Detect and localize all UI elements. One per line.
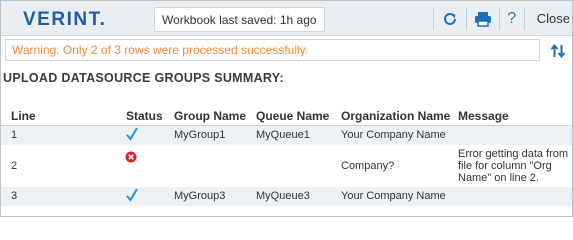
status-cell (126, 188, 138, 205)
line-cell: 3 (11, 190, 18, 202)
refresh-button[interactable] (440, 1, 460, 36)
checkmark-icon (126, 188, 138, 202)
column-header-organization-name: Organization Name (341, 109, 451, 123)
status-cell (125, 151, 137, 166)
status-cell (126, 127, 138, 144)
print-button[interactable] (473, 1, 493, 36)
group-name-cell: MyGroup3 (174, 190, 226, 202)
message-cell: Error getting data from file for column … (458, 148, 569, 184)
column-header-queue-name: Queue Name (256, 109, 330, 123)
organization-name-cell: Company? (341, 160, 395, 172)
toolbar-divider (465, 7, 467, 30)
column-header-line: Line (11, 109, 36, 123)
page-title: UPLOAD DATASOURCE GROUPS SUMMARY: (3, 71, 284, 85)
line-cell: 1 (11, 129, 18, 141)
verint-logo: VERINT. (23, 9, 107, 30)
print-icon (474, 11, 491, 27)
toolbar: ? Close (427, 1, 572, 36)
sort-icon (550, 43, 566, 59)
top-bar: VERINT. Workbook last saved: 1h ago ? Cl… (1, 1, 572, 36)
organization-name-cell: Your Company Name (341, 190, 446, 202)
sort-button[interactable] (548, 41, 568, 61)
saved-status: Workbook last saved: 1h ago (154, 7, 325, 32)
toolbar-divider (523, 7, 525, 30)
refresh-icon (443, 12, 456, 25)
checkmark-icon (126, 127, 138, 141)
upload-summary-window: VERINT. Workbook last saved: 1h ago ? Cl… (0, 0, 573, 217)
toolbar-divider (432, 7, 434, 30)
table-row: 3 MyGroup3 MyQueue3 Your Company Name (1, 187, 572, 206)
help-icon[interactable]: ? (506, 1, 518, 36)
column-header-group-name: Group Name (174, 109, 247, 123)
table-header: Line Status Group Name Queue Name Organi… (1, 107, 572, 126)
toolbar-divider (498, 7, 500, 30)
table-row: 1 MyGroup1 MyQueue1 Your Company Name (1, 126, 572, 145)
group-name-cell: MyGroup1 (174, 129, 226, 141)
close-button[interactable]: Close (537, 1, 572, 36)
warning-message: Warning: Only 2 of 3 rows were processed… (12, 43, 309, 57)
column-header-status: Status (126, 109, 163, 123)
column-header-message: Message (458, 109, 509, 123)
queue-name-cell: MyQueue3 (256, 190, 310, 202)
table-row: 2 Company? Error getting data from file … (1, 145, 572, 187)
summary-table: Line Status Group Name Queue Name Organi… (1, 107, 572, 206)
queue-name-cell: MyQueue1 (256, 129, 310, 141)
error-icon (125, 151, 137, 163)
warning-banner: Warning: Only 2 of 3 rows were processed… (5, 39, 540, 61)
organization-name-cell: Your Company Name (341, 129, 446, 141)
line-cell: 2 (11, 160, 18, 172)
